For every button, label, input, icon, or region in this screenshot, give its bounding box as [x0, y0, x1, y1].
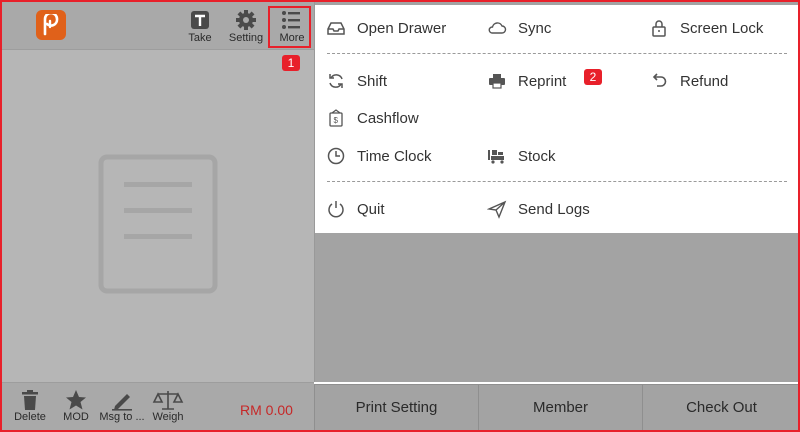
order-panel: Take Setting More 1 Delete MOD Msg to ..…	[2, 2, 314, 430]
printer-icon	[486, 70, 508, 92]
order-bottom-bar: Delete MOD Msg to ... Weigh RM 0.00	[2, 382, 314, 430]
lock-icon	[648, 17, 670, 39]
step-badge-1: 1	[282, 55, 300, 71]
message-label: Msg to ...	[99, 411, 145, 423]
pencil-icon	[98, 389, 146, 411]
app-frame: Take Setting More 1 Delete MOD Msg to ..…	[0, 0, 800, 432]
send-logs-label: Send Logs	[518, 200, 590, 218]
stock-cart-icon	[486, 145, 508, 167]
quit-label: Quit	[357, 200, 385, 218]
time-clock-label: Time Clock	[357, 147, 432, 165]
step-badge-2: 2	[584, 69, 602, 85]
more-menu: Open Drawer Sync Screen Lock Shift Repri…	[315, 5, 798, 233]
refund-label: Refund	[680, 72, 729, 90]
refresh-icon	[325, 70, 347, 92]
menu-item-screen-lock[interactable]: Screen Lock	[648, 14, 763, 42]
menu-item-shift[interactable]: Shift	[325, 67, 387, 95]
take-label: Take	[188, 32, 212, 44]
stock-label: Stock	[518, 147, 556, 165]
menu-item-sync[interactable]: Sync	[486, 14, 551, 42]
cash-icon: $	[325, 107, 347, 129]
delete-button[interactable]: Delete	[6, 389, 54, 423]
send-icon	[486, 198, 508, 220]
scale-icon	[144, 389, 192, 411]
delete-label: Delete	[14, 411, 46, 423]
menu-item-reprint[interactable]: Reprint	[486, 67, 566, 95]
weigh-label: Weigh	[152, 411, 184, 423]
undo-icon	[648, 70, 670, 92]
more-highlight-box	[268, 6, 311, 48]
sync-label: Sync	[518, 19, 552, 37]
cashflow-label: Cashflow	[357, 109, 419, 127]
take-button[interactable]: Take	[178, 8, 222, 48]
menu-item-stock[interactable]: Stock	[486, 142, 556, 170]
menu-separator	[327, 53, 787, 54]
menu-item-time-clock[interactable]: Time Clock	[325, 142, 431, 170]
star-icon	[52, 389, 100, 411]
menu-item-cashflow[interactable]: $ Cashflow	[325, 104, 419, 132]
menu-item-quit[interactable]: Quit	[325, 195, 385, 223]
setting-label: Setting	[228, 32, 264, 44]
mod-button[interactable]: MOD	[52, 389, 100, 423]
message-to-kitchen-button[interactable]: Msg to ...	[98, 389, 146, 423]
order-total: RM 0.00	[240, 402, 293, 418]
cloud-icon	[486, 17, 508, 39]
clock-icon	[325, 145, 347, 167]
shift-label: Shift	[357, 72, 388, 90]
mod-label: MOD	[63, 411, 89, 423]
empty-order-icon	[98, 154, 218, 294]
screen-lock-label: Screen Lock	[680, 19, 764, 37]
app-logo-icon	[36, 10, 66, 40]
menu-item-send-logs[interactable]: Send Logs	[486, 195, 590, 223]
member-button[interactable]: Member	[478, 384, 642, 430]
menu-item-refund[interactable]: Refund	[648, 67, 728, 95]
print-setting-button[interactable]: Print Setting	[314, 384, 478, 430]
power-icon	[325, 198, 347, 220]
reprint-label: Reprint	[518, 72, 567, 90]
trash-icon	[6, 389, 54, 411]
take-icon	[178, 8, 222, 32]
open-drawer-label: Open Drawer	[357, 19, 447, 37]
check-out-button[interactable]: Check Out	[642, 384, 798, 430]
weigh-button[interactable]: Weigh	[144, 389, 192, 423]
top-toolbar: Take Setting More	[2, 2, 314, 50]
menu-separator	[327, 181, 787, 182]
svg-text:$: $	[334, 116, 339, 125]
gear-icon	[224, 8, 268, 32]
drawer-icon	[325, 17, 347, 39]
menu-item-open-drawer[interactable]: Open Drawer	[325, 14, 446, 42]
setting-button[interactable]: Setting	[224, 8, 268, 48]
